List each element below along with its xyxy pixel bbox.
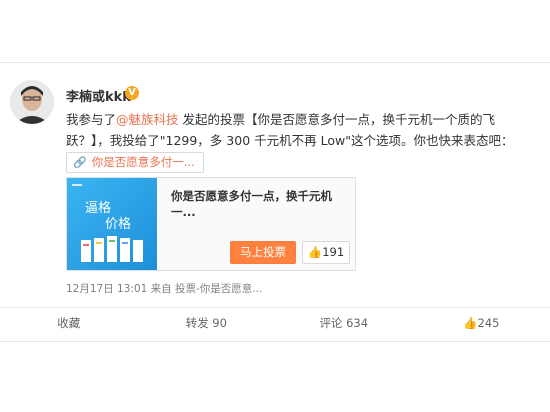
verified-badge-icon: V (125, 86, 139, 100)
thumbs-up-icon: 👍 (307, 245, 323, 259)
thumbs-up-icon: 👍 (463, 316, 478, 330)
vote-title[interactable]: 你是否愿意多付一点，换千元机一... (171, 188, 355, 220)
comment-button[interactable]: 评论 634 (275, 308, 413, 341)
post-text: 我参与了@魅族科技 发起的投票【你是否愿意多付一点，换千元机一个质的飞跃？】，我… (66, 109, 536, 151)
vote-chip-label: 你是否愿意多付一... (91, 155, 195, 169)
thumb-text-2: 价格 (105, 216, 131, 232)
vote-thumbnail[interactable]: 逼格 价格 (67, 178, 157, 270)
repost-button[interactable]: 转发 90 (138, 308, 276, 341)
like-count: 245 (477, 316, 500, 330)
post-meta[interactable]: 12月17日 13:01 来自 投票-你是否愿意... (66, 281, 262, 296)
user-name[interactable]: 李楠或kkk (66, 86, 131, 105)
favorite-button[interactable]: 收藏 (0, 308, 138, 341)
post-prefix: 我参与了 (66, 112, 117, 127)
vote-like-button[interactable]: 👍191 (302, 241, 350, 264)
vote-now-button[interactable]: 马上投票 (230, 241, 296, 264)
action-bar: 收藏 转发 90 评论 634 👍245 (0, 307, 550, 341)
thumb-text-1: 逼格 (85, 200, 111, 216)
link-icon: 🔗 (73, 156, 87, 169)
vote-link-chip[interactable]: 🔗 你是否愿意多付一... (66, 152, 204, 173)
like-button[interactable]: 👍245 (413, 308, 550, 341)
vote-like-count: 191 (322, 245, 345, 259)
mention-link[interactable]: @魅族科技 (116, 112, 179, 127)
vote-card[interactable]: 逼格 价格 你是否愿意多付一点，换千元机一... 马上投票 👍191 (66, 177, 356, 271)
avatar[interactable] (10, 80, 54, 124)
